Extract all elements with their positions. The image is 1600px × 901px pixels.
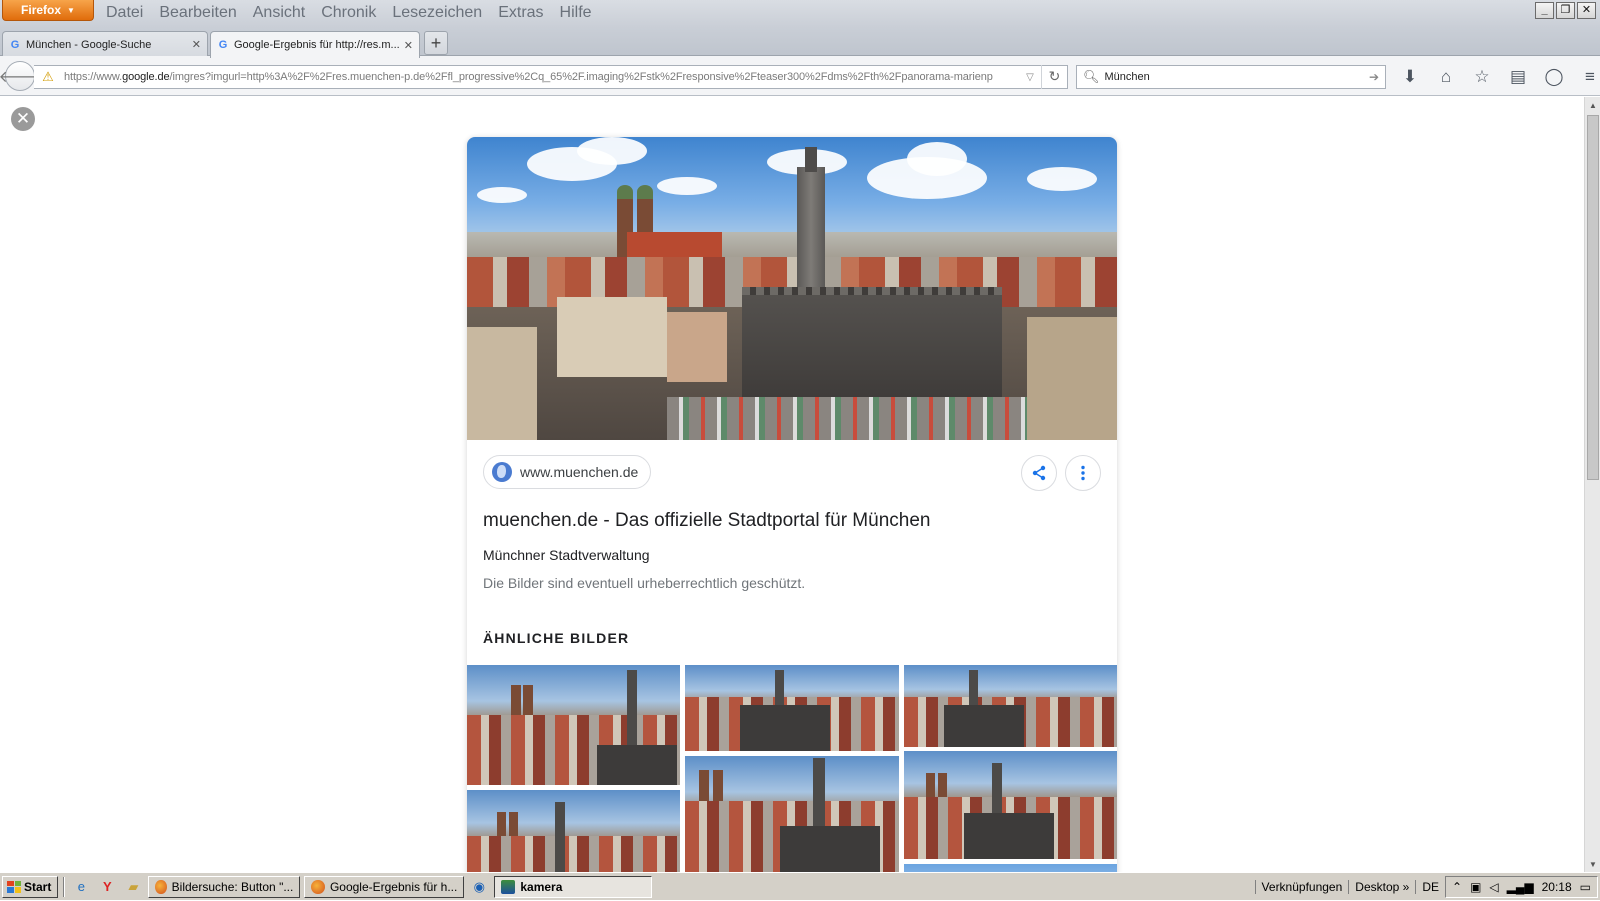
menu-extras[interactable]: Extras [498, 4, 543, 22]
show-desktop-icon[interactable]: ▭ [1580, 880, 1591, 894]
google-favicon-icon: G [10, 38, 20, 51]
image-result-card: www.muenchen.de muenchen.de - Das offizi… [467, 137, 1117, 872]
task-label: Google-Ergebnis für h... [329, 879, 458, 894]
reload-icon[interactable]: ↻ [1041, 65, 1067, 89]
yandex-icon[interactable]: Y [96, 877, 118, 897]
vertical-scrollbar[interactable]: ▲ ▼ [1584, 97, 1600, 872]
firefox-icon [311, 879, 325, 894]
clock[interactable]: 20:18 [1542, 880, 1572, 894]
menu-ansicht[interactable]: Ansicht [253, 4, 305, 22]
globe-icon [492, 462, 512, 482]
firefox-menu-button[interactable]: Firefox ▼ [2, 0, 94, 21]
chat-icon[interactable]: ◯ [1536, 66, 1572, 88]
task-label: kamera [520, 879, 563, 894]
url-dropdown-icon[interactable]: ▽ [1019, 72, 1041, 83]
new-tab-button[interactable]: + [424, 31, 448, 55]
task-bildersuche[interactable]: Bildersuche: Button "... [148, 875, 301, 898]
google-favicon-icon: G [218, 39, 228, 51]
result-title[interactable]: muenchen.de - Das offizielle Stadtportal… [483, 510, 930, 532]
similar-image-thumb[interactable] [467, 790, 680, 872]
similar-image-thumb[interactable] [904, 751, 1117, 859]
scroll-up-icon[interactable]: ▲ [1585, 97, 1600, 113]
toolbar-icons: ⬇ ⌂ ☆ ▤ ◯ ≡ [1392, 66, 1600, 88]
home-icon[interactable]: ⌂ [1428, 66, 1464, 88]
bookmarks-list-icon[interactable]: ▤ [1500, 66, 1536, 88]
warning-icon[interactable]: ⚠ [40, 69, 56, 85]
signal-icon[interactable]: ▂▄▆ [1507, 880, 1534, 894]
navigation-bar: 🡐 ⚠ https://www.google.de/imgres?imgurl=… [0, 56, 1600, 96]
separator [63, 876, 66, 897]
show-hidden-icons-icon[interactable]: ⌃ [1452, 880, 1462, 894]
search-input[interactable] [1104, 71, 1369, 83]
firefox-icon [155, 879, 167, 894]
search-icon[interactable]: 🔍︎ [1083, 69, 1100, 85]
window-controls: _ ❐ ✕ [1535, 2, 1596, 19]
scrollbar-thumb[interactable] [1587, 115, 1599, 480]
firefox-button-label: Firefox [21, 3, 62, 17]
tab-label: München - Google-Suche [26, 38, 152, 51]
similar-image-thumb[interactable] [467, 665, 680, 785]
source-chip[interactable]: www.muenchen.de [483, 455, 652, 489]
similar-image-thumb[interactable] [685, 756, 899, 872]
network-icon[interactable]: ▣ [1470, 880, 1481, 894]
close-tab-icon[interactable]: ✕ [192, 38, 201, 51]
windows-logo-icon [7, 880, 21, 893]
menu-hilfe[interactable]: Hilfe [560, 4, 592, 22]
tab-google-result[interactable]: G Google-Ergebnis für http://res.m... ✕ [210, 31, 420, 58]
notification-area: ⌃ ▣ ◁ ▂▄▆ 20:18 ▭ [1445, 876, 1598, 898]
volume-icon[interactable]: ◁ [1489, 880, 1498, 894]
more-options-button[interactable] [1065, 455, 1101, 491]
similar-image-thumb[interactable] [685, 665, 899, 751]
taskbar: Start e Y ▰ Bildersuche: Button "... Goo… [0, 872, 1600, 900]
task-label: Bildersuche: Button "... [171, 879, 294, 894]
folder-icon[interactable]: ▰ [122, 877, 144, 897]
scroll-down-icon[interactable]: ▼ [1585, 856, 1600, 872]
bookmark-star-icon[interactable]: ☆ [1464, 66, 1500, 88]
task-kamera[interactable]: kamera [494, 875, 653, 898]
internet-explorer-icon[interactable]: e [70, 877, 92, 897]
tab-google-search[interactable]: G München - Google-Suche ✕ [2, 31, 208, 57]
similar-images-heading: ÄHNLICHE BILDER [483, 630, 630, 646]
start-button[interactable]: Start [2, 875, 59, 898]
chevron-down-icon: ▼ [67, 5, 75, 15]
back-button[interactable]: 🡐 [0, 61, 41, 91]
share-button[interactable] [1021, 455, 1057, 491]
url-bar[interactable]: ⚠ https://www.google.de/imgres?imgurl=ht… [34, 65, 1068, 89]
menu-bar: Firefox ▼ Datei Bearbeiten Ansicht Chron… [0, 0, 1600, 28]
source-domain: www.muenchen.de [520, 464, 639, 480]
restore-button[interactable]: ❐ [1556, 2, 1575, 19]
copyright-note: Die Bilder sind eventuell urheberrechtli… [483, 575, 806, 591]
result-subtitle: Münchner Stadtverwaltung [483, 547, 650, 563]
camera-app-icon [501, 879, 516, 894]
minimize-button[interactable]: _ [1535, 2, 1554, 19]
url-text: https://www.google.de/imgres?imgurl=http… [64, 71, 993, 83]
close-tab-icon[interactable]: ✕ [404, 39, 413, 52]
menu-bearbeiten[interactable]: Bearbeiten [159, 4, 236, 22]
menu-chronik[interactable]: Chronik [321, 4, 376, 22]
menu-lesezeichen[interactable]: Lesezeichen [392, 4, 482, 22]
language-indicator[interactable]: DE [1415, 880, 1445, 894]
task-google-ergebnis[interactable]: Google-Ergebnis für h... [304, 875, 465, 898]
desktop-toolbar[interactable]: Desktop » [1348, 880, 1415, 894]
start-label: Start [24, 879, 52, 894]
search-bar[interactable]: 🔍︎ ➔ [1076, 65, 1386, 89]
close-window-button[interactable]: ✕ [1577, 2, 1596, 19]
search-go-icon[interactable]: ➔ [1369, 70, 1379, 84]
vertical-dots-icon [1081, 465, 1085, 481]
links-toolbar[interactable]: Verknüpfungen [1254, 880, 1349, 894]
chrome-like-icon[interactable]: ◉ [468, 877, 490, 897]
tab-strip: G München - Google-Suche ✕ G Google-Erge… [0, 28, 1600, 58]
hamburger-menu-icon[interactable]: ≡ [1572, 66, 1600, 88]
menu-items: Datei Bearbeiten Ansicht Chronik Lesezei… [106, 4, 592, 22]
similar-image-thumb[interactable] [904, 864, 1117, 872]
download-icon[interactable]: ⬇ [1392, 66, 1428, 88]
menu-datei[interactable]: Datei [106, 4, 143, 22]
share-icon [1032, 465, 1046, 481]
tab-label: Google-Ergebnis für http://res.m... [234, 39, 400, 51]
hero-image[interactable] [467, 137, 1117, 440]
close-icon[interactable]: ✕ [11, 107, 35, 131]
system-tray: Verknüpfungen Desktop » DE ⌃ ▣ ◁ ▂▄▆ 20:… [1254, 873, 1600, 901]
similar-image-thumb[interactable] [904, 665, 1117, 747]
page-content: ✕ www.muenchen.de muenchen.de - Das offi… [0, 97, 1584, 872]
